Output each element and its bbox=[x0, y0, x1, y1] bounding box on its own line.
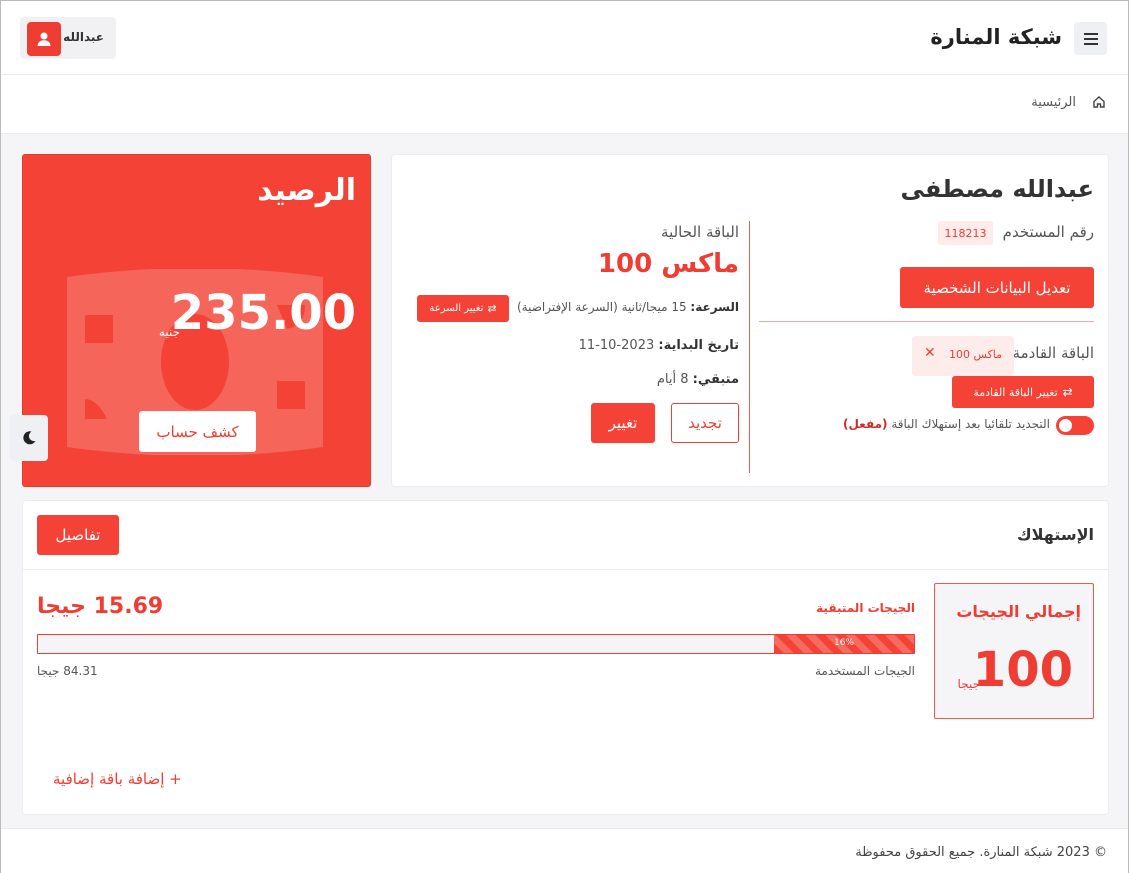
divider bbox=[759, 321, 1094, 322]
speed-row: السرعة: 15 ميجا/ثانية (السرعة الإفتراضية… bbox=[517, 300, 739, 314]
remaining-days-value: 8 أيام bbox=[656, 372, 689, 387]
current-package-name: ماكس 100 bbox=[597, 249, 739, 279]
start-date-value: 2023-10-11 bbox=[578, 338, 655, 353]
start-date-label: تاريخ البداية: bbox=[658, 338, 739, 353]
used-gigs-value: 84.31 جيجا bbox=[37, 664, 98, 678]
menu-button[interactable] bbox=[1074, 22, 1107, 55]
home-icon[interactable] bbox=[1092, 95, 1106, 109]
next-package-badge: ماكس 100 ✕ bbox=[912, 336, 1014, 376]
next-package-name: ماكس 100 bbox=[948, 348, 1002, 361]
change-speed-label: تغيير السرعة bbox=[429, 303, 484, 314]
hamburger-icon bbox=[1083, 32, 1098, 45]
balance-currency: جنيه bbox=[158, 325, 180, 339]
close-icon[interactable]: ✕ bbox=[924, 345, 936, 361]
details-button[interactable]: تفاصيل bbox=[37, 515, 119, 555]
moon-icon bbox=[23, 431, 36, 445]
renew-button[interactable]: تجديد bbox=[671, 403, 739, 443]
theme-toggle-button[interactable] bbox=[10, 415, 48, 461]
usage-progress-bar: 16% bbox=[37, 634, 915, 654]
change-speed-button[interactable]: ⇄ تغيير السرعة bbox=[417, 295, 509, 322]
remaining-gigs-value: 15.69 جيجا bbox=[37, 594, 164, 619]
total-gigs-box: إجمالي الجيجات 100 جيجا bbox=[934, 583, 1094, 719]
usage-title: الإستهلاك bbox=[1016, 525, 1094, 544]
current-package-title: الباقة الحالية bbox=[661, 223, 739, 241]
profile-name: عبدالله مصطفى bbox=[900, 175, 1094, 203]
brand-title: شبكة المنارة bbox=[930, 25, 1062, 49]
breadcrumb-home[interactable]: الرئيسية bbox=[1031, 95, 1076, 110]
swap-icon: ⇄ bbox=[1062, 385, 1073, 399]
remaining-days-label: متبقي: bbox=[692, 372, 739, 387]
user-menu[interactable]: عبدالله bbox=[20, 17, 116, 59]
next-package-label: الباقة القادمة bbox=[1012, 344, 1094, 362]
copyright-text: © 2023 شبكة المنارة. جميع الحقوق محفوظة bbox=[855, 845, 1107, 860]
auto-renew-status: (مفعل) bbox=[842, 417, 888, 431]
vertical-divider bbox=[749, 221, 750, 473]
total-gigs-title: إجمالي الجيجات bbox=[956, 602, 1081, 621]
account-statement-button[interactable]: كشف حساب bbox=[139, 411, 256, 452]
usage-progress-text: 16% bbox=[833, 638, 854, 648]
remaining-gigs-label: الجيجات المتبقية bbox=[816, 601, 915, 615]
change-next-package-label: تغيير الباقة القادمة bbox=[973, 385, 1058, 399]
used-gigs-label: الجيجات المستخدمة bbox=[814, 664, 915, 678]
auto-renew-toggle[interactable] bbox=[1056, 416, 1094, 435]
usage-progress-fill: 16% bbox=[773, 635, 914, 653]
balance-title: الرصيد bbox=[257, 173, 356, 208]
start-date-row: تاريخ البداية: 2023-10-11 bbox=[579, 338, 739, 353]
remaining-days-row: متبقي: 8 أيام bbox=[657, 372, 739, 387]
user-icon bbox=[37, 32, 51, 46]
speed-value: 15 ميجا/ثانية (السرعة الإفتراضية) bbox=[516, 300, 687, 314]
balance-card: الرصيد 235.00 جنيه كشف حساب bbox=[22, 154, 371, 487]
usage-card: الإستهلاك تفاصيل إجمالي الجيجات 100 جيجا… bbox=[22, 500, 1109, 815]
profile-card: عبدالله مصطفى رقم المستخدم 118213 تعديل … bbox=[391, 154, 1109, 487]
user-name: عبدالله bbox=[63, 30, 104, 44]
user-id-badge: 118213 bbox=[938, 221, 993, 245]
footer: © 2023 شبكة المنارة. جميع الحقوق محفوظة bbox=[1, 828, 1128, 873]
edit-profile-button[interactable]: تعديل البيانات الشخصية bbox=[900, 267, 1094, 308]
balance-amount: 235.00 bbox=[170, 285, 356, 341]
divider bbox=[23, 569, 1108, 570]
breadcrumb: الرئيسية bbox=[1, 75, 1128, 134]
total-gigs-unit: جيجا bbox=[957, 677, 980, 691]
user-id-label: رقم المستخدم bbox=[1002, 223, 1094, 241]
change-package-button[interactable]: تغيير bbox=[591, 403, 655, 443]
speed-label: السرعة: bbox=[690, 300, 739, 314]
add-extra-package-link[interactable]: + إضافة باقة إضافية bbox=[53, 770, 182, 788]
change-next-package-button[interactable]: ⇄ تغيير الباقة القادمة bbox=[952, 376, 1094, 408]
auto-renew-text: التجديد تلقائيا بعد إستهلاك الباقة bbox=[891, 417, 1050, 431]
auto-renew-label: التجديد تلقائيا بعد إستهلاك الباقة (مفعل… bbox=[843, 417, 1050, 431]
toggle-knob bbox=[1059, 419, 1072, 432]
swap-icon: ⇄ bbox=[487, 302, 497, 315]
top-header: شبكة المنارة عبدالله bbox=[1, 1, 1128, 75]
avatar bbox=[27, 22, 61, 56]
total-gigs-value: 100 bbox=[972, 642, 1073, 698]
